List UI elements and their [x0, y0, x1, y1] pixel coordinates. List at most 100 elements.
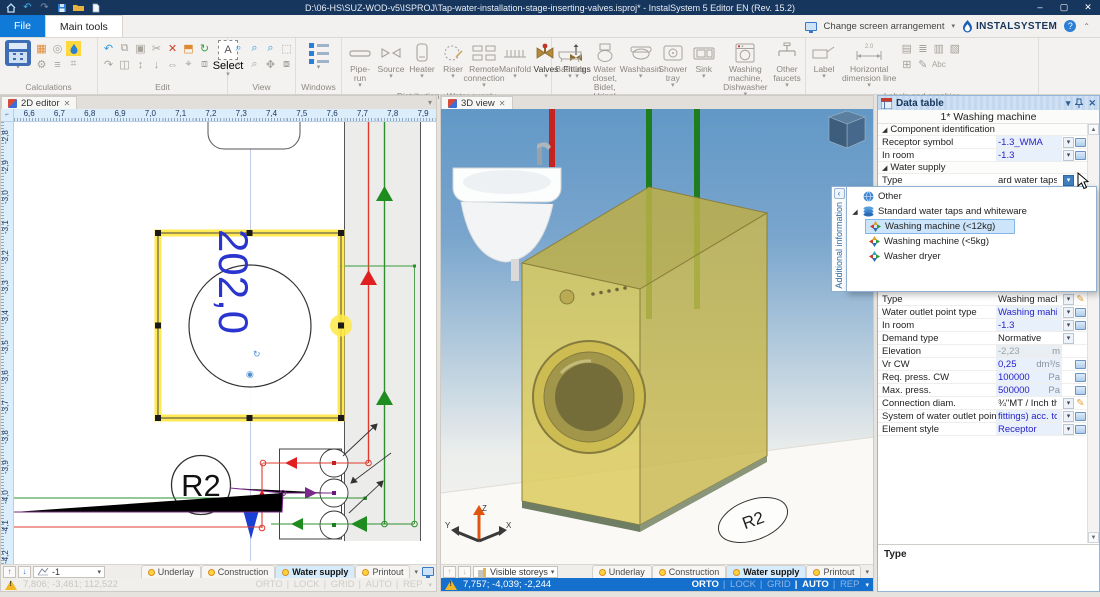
- property-value-cell[interactable]: ¾"MT / Inch threads (MT): [996, 397, 1062, 409]
- view-region-icon[interactable]: ⬚: [279, 41, 294, 56]
- help-icon[interactable]: ?: [1064, 20, 1076, 32]
- open-folder-icon[interactable]: [73, 2, 84, 13]
- property-row[interactable]: Vr CW 0,25 dm³/s ▾: [878, 358, 1087, 371]
- property-row[interactable]: Elevation -2,23 m ▾: [878, 345, 1087, 358]
- layer-tabs-caret-icon[interactable]: ▾: [863, 568, 871, 576]
- cold-water-pipe-3d[interactable]: [549, 109, 555, 167]
- insert-image-icon[interactable]: ▤: [899, 41, 914, 56]
- align-icon[interactable]: ↕: [133, 57, 148, 72]
- property-row[interactable]: Element style Receptor ▾: [878, 423, 1087, 436]
- collapse-ribbon-icon[interactable]: ⌃: [1083, 22, 1090, 31]
- value-action-icon[interactable]: [1074, 398, 1087, 409]
- layer-tab[interactable]: Construction: [652, 565, 727, 579]
- ribbon-button-sink[interactable]: Sink▾: [689, 40, 719, 81]
- status-caret-icon[interactable]: ▾: [865, 581, 869, 589]
- navigation-cube[interactable]: [829, 111, 865, 148]
- calculations-button[interactable]: ▾: [3, 40, 33, 72]
- pin-icon[interactable]: [1075, 98, 1083, 108]
- storey-down-icon[interactable]: ↓: [458, 566, 471, 578]
- value-action-icon[interactable]: [1074, 151, 1087, 160]
- ribbon-button-source[interactable]: Source▾: [376, 40, 406, 81]
- refresh-icon[interactable]: ↻: [197, 41, 212, 56]
- undo-icon[interactable]: ↶: [22, 2, 33, 13]
- home-icon[interactable]: [5, 2, 16, 13]
- diagnostics-icon[interactable]: ◎: [50, 41, 65, 56]
- change-screen-caret-icon[interactable]: ▾: [951, 22, 955, 30]
- paste-icon[interactable]: ▣: [133, 41, 148, 56]
- replace-icon[interactable]: ⬒: [181, 41, 196, 56]
- ribbon-button-dimension-line[interactable]: 2.0 Horizontal dimension line▾: [840, 40, 898, 90]
- ribbon-button-manifold[interactable]: Manifold▾: [500, 40, 530, 81]
- stretch-icon[interactable]: ⇔: [165, 57, 180, 72]
- property-row[interactable]: In room -1.3 ▾: [878, 319, 1087, 332]
- close-button[interactable]: ✕: [1076, 2, 1100, 13]
- mode-toggle[interactable]: REP: [396, 579, 423, 590]
- group-icon[interactable]: ⧈: [197, 57, 212, 72]
- mode-toggle[interactable]: ORTO: [692, 579, 719, 590]
- scroll-down-icon[interactable]: ▼: [1088, 532, 1099, 543]
- value-dropdown-caret-icon[interactable]: ▾: [1063, 150, 1074, 161]
- property-value-cell[interactable]: -1.3: [996, 149, 1062, 161]
- copy-icon[interactable]: ⧉: [117, 41, 132, 56]
- value-action-icon[interactable]: [1074, 321, 1087, 330]
- property-value-cell[interactable]: 100000 Pa: [996, 371, 1062, 383]
- water-supply-calc-icon[interactable]: [66, 41, 81, 56]
- mode-toggle[interactable]: GRID: [324, 579, 355, 590]
- value-dropdown-caret-icon[interactable]: ▾: [1063, 320, 1074, 331]
- scroll-up-icon[interactable]: ▲: [1088, 124, 1099, 135]
- dropdown-item-other[interactable]: Other: [847, 189, 1096, 204]
- view-settings-icon[interactable]: [422, 567, 434, 576]
- value-dropdown-caret-icon[interactable]: ▾: [1063, 398, 1074, 409]
- value-dropdown-caret-icon[interactable]: ▾: [1063, 137, 1074, 148]
- value-action-icon[interactable]: [1074, 373, 1087, 382]
- layer-tab[interactable]: Printout: [806, 565, 861, 579]
- ribbon-button-bathtub[interactable]: Bathtub▾: [555, 40, 585, 81]
- property-value-cell[interactable]: Normative: [996, 332, 1062, 344]
- minimize-button[interactable]: –: [1028, 2, 1052, 13]
- status-caret-icon[interactable]: ▾: [428, 581, 432, 589]
- ribbon-button-heater[interactable]: Heater▾: [407, 40, 437, 81]
- mode-toggle[interactable]: GRID: [760, 579, 791, 590]
- stamp-icon[interactable]: ✎: [915, 57, 930, 72]
- value-dropdown-caret-icon[interactable]: ▾: [1063, 411, 1074, 422]
- maximize-button[interactable]: ▢: [1052, 2, 1076, 13]
- layer-tabs-caret-icon[interactable]: ▾: [412, 568, 420, 576]
- tab-main-tools[interactable]: Main tools: [45, 15, 123, 37]
- table-grid-icon[interactable]: ⊞: [899, 57, 914, 72]
- redo-icon[interactable]: ↷: [39, 2, 50, 13]
- ribbon-button-washing-machine[interactable]: Washing machine, Dishwasher▾: [720, 40, 771, 99]
- property-row[interactable]: Receptor symbol -1.3_WMA ▾: [878, 136, 1087, 149]
- mode-toggle[interactable]: LOCK: [287, 579, 320, 590]
- fixture-outline[interactable]: [208, 122, 300, 149]
- layer-tab[interactable]: Water supply: [275, 565, 355, 579]
- legend-icon[interactable]: ≣: [915, 41, 930, 56]
- 2d-tab-list-caret-icon[interactable]: ▾: [428, 96, 436, 109]
- dimension-label[interactable]: 202,0: [210, 229, 257, 334]
- delete-icon[interactable]: ✕: [165, 41, 180, 56]
- move-down-icon[interactable]: ↓: [149, 57, 164, 72]
- ribbon-button-pipe-run[interactable]: Pipe-run▾: [345, 40, 375, 90]
- zoom-in-icon[interactable]: ⌕: [231, 41, 246, 56]
- ribbon-button-washbasin[interactable]: Washbasin▾: [624, 40, 656, 81]
- close-3d-tab-icon[interactable]: ✕: [499, 99, 506, 108]
- mode-toggle[interactable]: ORTO: [256, 579, 283, 590]
- value-dropdown-caret-icon[interactable]: ▾: [1063, 333, 1074, 344]
- data-check-icon[interactable]: ≡: [50, 57, 65, 72]
- mode-toggle[interactable]: REP: [833, 579, 860, 590]
- zoom-extents-icon[interactable]: ⌕: [231, 57, 246, 72]
- dropdown-item-washing-machine-12kg[interactable]: Washing machine (<12kg): [865, 219, 1015, 234]
- value-dropdown-caret-icon[interactable]: ▾: [1063, 294, 1074, 305]
- save-icon[interactable]: [56, 2, 67, 13]
- property-value-cell[interactable]: fittings) acc. to EN ISO 15875: [996, 410, 1062, 422]
- layer-tab[interactable]: Underlay: [141, 565, 201, 579]
- ribbon-button-remote-connection[interactable]: Remote connection▾: [469, 40, 499, 90]
- warning-icon[interactable]: [5, 580, 17, 590]
- windows-button[interactable]: ▾: [304, 40, 334, 72]
- washing-machine-3d[interactable]: [522, 187, 767, 532]
- data-table-header[interactable]: Data table ▾ ✕: [878, 96, 1099, 110]
- property-row[interactable]: In room -1.3 ▾: [878, 149, 1087, 162]
- property-value-cell[interactable]: -1.3: [996, 319, 1062, 331]
- storey-selector[interactable]: -1 ▾: [33, 566, 105, 578]
- property-row[interactable]: Component identification ▾: [878, 124, 1087, 136]
- close-2d-tab-icon[interactable]: ✕: [64, 99, 71, 108]
